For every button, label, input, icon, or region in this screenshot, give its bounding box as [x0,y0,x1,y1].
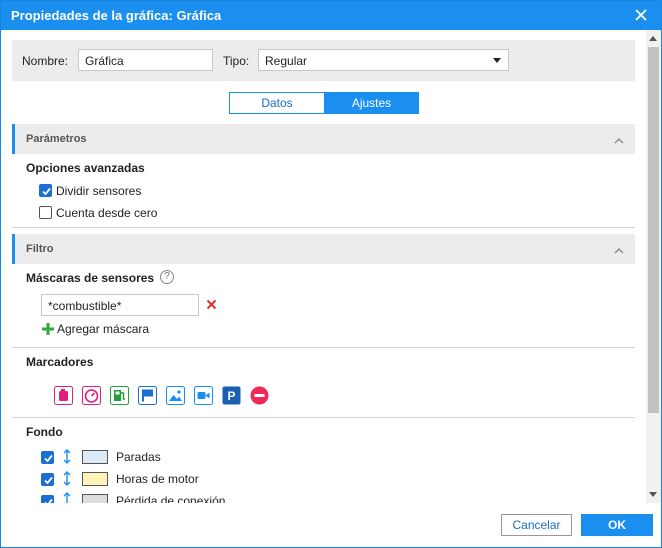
help-icon[interactable]: ? [160,270,174,284]
name-type-bar: Nombre: Gráfica Tipo: Regular [12,40,635,81]
type-select[interactable]: Regular [258,49,509,71]
no-entry-icon[interactable] [250,386,269,405]
filtro-title: Filtro [26,243,54,255]
parametros-header[interactable]: Parámetros [12,124,635,154]
scroll-thumb[interactable] [648,47,659,413]
type-value: Regular [265,54,308,68]
parking-icon[interactable]: P [222,386,241,405]
count-from-zero-checkbox[interactable] [39,206,52,219]
delete-mask-icon[interactable] [206,299,217,310]
connection-loss-color-swatch[interactable] [82,494,108,503]
sensor-mask-field[interactable]: *combustible* [41,294,199,316]
properties-dialog: Propiedades de la gráfica: Gráfica Nombr… [0,0,662,548]
gauge-icon[interactable] [82,386,101,405]
dialog-footer: Cancelar OK [1,503,661,547]
split-sensors-label: Dividir sensores [56,184,142,198]
type-label: Tipo: [223,54,250,68]
engine-hours-color-swatch[interactable] [82,472,108,486]
image-icon[interactable] [166,386,185,405]
dialog-title: Propiedades de la gráfica: Gráfica [11,8,222,23]
flag-icon[interactable] [138,386,157,405]
name-label: Nombre: [22,54,69,68]
scroll-up-icon[interactable] [649,36,657,41]
tab-bar: Datos Ajustes [229,92,419,114]
chevron-up-icon[interactable] [614,134,624,144]
stops-checkbox[interactable] [41,451,54,464]
divider [12,227,635,228]
name-field[interactable]: Gráfica [78,49,213,71]
stops-label: Paradas [116,450,161,464]
divider [12,347,635,348]
divider [12,417,635,418]
close-icon[interactable] [633,7,649,23]
scroll-down-icon[interactable] [649,492,657,497]
drag-handle-icon[interactable] [63,449,71,464]
chevron-down-icon [493,58,501,63]
add-icon[interactable] [41,322,55,336]
engine-hours-checkbox[interactable] [41,473,54,486]
drag-handle-icon[interactable] [63,492,71,503]
parametros-title: Parámetros [26,133,87,145]
markers-title: Marcadores [26,355,94,369]
add-mask-link[interactable]: Agregar máscara [57,322,149,336]
video-icon[interactable] [194,386,213,405]
cancel-button[interactable]: Cancelar [501,514,572,536]
dialog-body: Nombre: Gráfica Tipo: Regular Datos Ajus… [1,30,661,503]
stops-color-swatch[interactable] [82,450,108,464]
fuel-tank-icon[interactable] [54,386,73,405]
name-value: Gráfica [85,54,124,68]
sensor-masks-title: Máscaras de sensores [26,271,155,285]
split-sensors-checkbox[interactable] [39,184,52,197]
tab-datos[interactable]: Datos [229,92,325,114]
connection-loss-label: Pérdida de conexión [116,494,226,503]
tab-ajustes[interactable]: Ajustes [324,92,419,114]
title-bar: Propiedades de la gráfica: Gráfica [1,1,661,30]
scrollbar[interactable] [646,30,661,503]
filtro-header[interactable]: Filtro [12,234,635,264]
svg-text:P: P [227,389,235,403]
connection-loss-checkbox[interactable] [41,495,54,503]
chevron-up-icon[interactable] [614,244,624,254]
fuel-pump-icon[interactable] [110,386,129,405]
sensor-mask-value: *combustible* [48,299,122,313]
drag-handle-icon[interactable] [63,471,71,486]
ok-button[interactable]: OK [581,514,653,536]
engine-hours-label: Horas de motor [116,472,199,486]
advanced-options-title: Opciones avanzadas [26,161,145,175]
count-from-zero-label: Cuenta desde cero [56,206,158,220]
background-title: Fondo [26,425,63,439]
